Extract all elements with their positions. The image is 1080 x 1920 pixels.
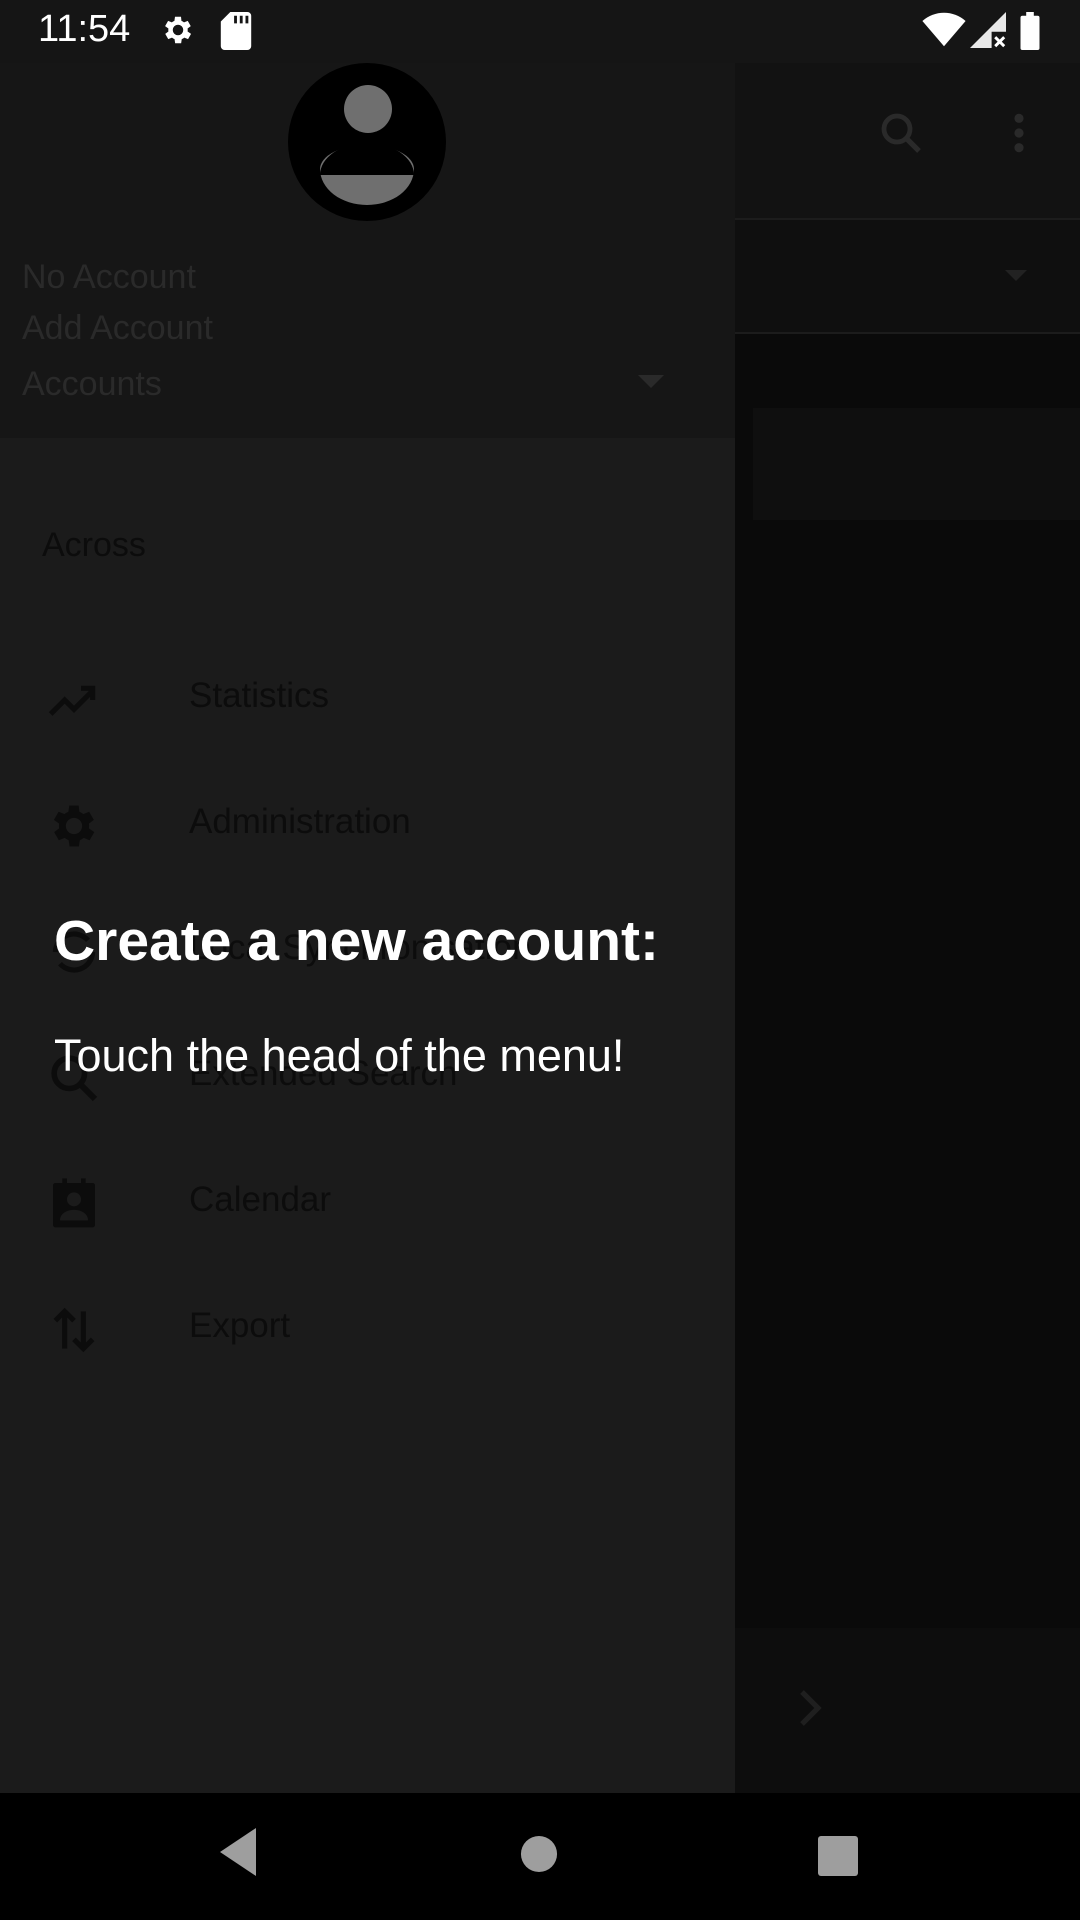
account-name: No Account [22, 258, 196, 296]
battery-icon [1020, 12, 1040, 50]
avatar-body-shadow [320, 143, 414, 175]
accounts-label: Accounts [22, 365, 162, 403]
home-icon[interactable] [520, 1835, 558, 1873]
background-card [753, 408, 1080, 520]
system-navigation-bar [0, 1793, 1080, 1920]
menu-item-statistics[interactable]: Statistics [0, 648, 735, 758]
avatar-head [344, 85, 392, 133]
menu-item-label: Calendar [189, 1180, 332, 1219]
menu-item-label: Administration [189, 802, 411, 841]
signal-icon [970, 12, 1006, 48]
back-icon[interactable] [216, 1825, 260, 1879]
search-icon [881, 113, 921, 153]
menu-item-export[interactable]: Export [0, 1278, 735, 1388]
gear-icon [53, 805, 95, 847]
menu-item-label: Statistics [189, 676, 330, 715]
menu-item-calendar[interactable]: Calendar [0, 1152, 735, 1262]
section-label-across: Across [42, 526, 146, 564]
menu-item-label: Export [189, 1306, 291, 1345]
swap-vertical-icon [53, 1307, 95, 1353]
background-toolbar [735, 63, 1080, 218]
menu-item-administration[interactable]: Administration [0, 774, 735, 884]
status-time: 11:54 [38, 8, 131, 50]
sd-card-icon [220, 12, 252, 50]
tutorial-body: Touch the head of the menu! [54, 1030, 625, 1081]
drawer-header[interactable]: No Account Add Account Accounts [0, 63, 735, 438]
recents-icon[interactable] [818, 1836, 858, 1876]
contact-calendar-icon [53, 1178, 95, 1228]
tutorial-title: Create a new account: [54, 909, 660, 973]
status-bar: 11:54 [0, 0, 1080, 63]
background-bottom-bar [735, 1628, 1080, 1793]
accounts-dropdown-icon[interactable] [638, 375, 664, 388]
dropdown-arrow-icon [1005, 270, 1027, 281]
chevron-right-icon [800, 1690, 822, 1726]
background-dropdown [735, 218, 1080, 334]
avatar[interactable] [288, 63, 446, 221]
gear-icon [165, 16, 192, 44]
background-app-screen [735, 63, 1080, 1793]
add-account-link[interactable]: Add Account [22, 309, 213, 348]
more-vert-icon [1014, 113, 1024, 153]
wifi-icon [922, 12, 966, 47]
trending-icon [48, 685, 96, 716]
